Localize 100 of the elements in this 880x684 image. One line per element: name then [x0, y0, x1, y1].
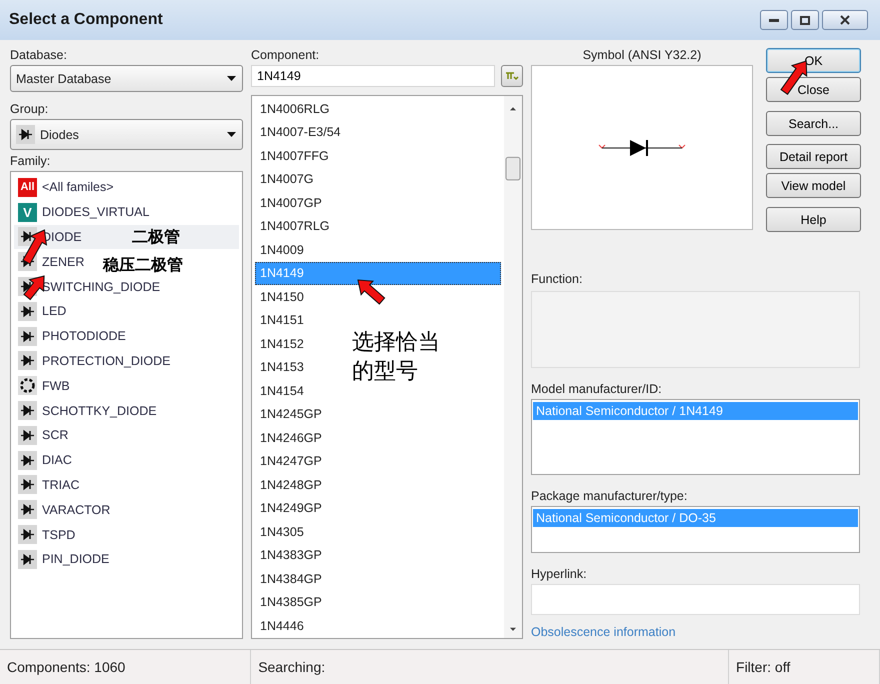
family-name: PIN_DIODE	[42, 552, 110, 566]
diode-icon	[18, 475, 37, 494]
component-item[interactable]: 1N4246GP	[255, 426, 329, 450]
diode-icon	[18, 401, 37, 420]
family-name: TSPD	[42, 528, 76, 542]
model-label: Model manufacturer/ID:	[531, 382, 663, 396]
family-name: <All familes>	[42, 180, 114, 194]
family-item[interactable]: PIN_DIODE	[14, 546, 116, 572]
diode-icon	[18, 450, 37, 470]
hyperlink-label: Hyperlink:	[531, 567, 588, 582]
family-name: PHOTODIODE	[42, 329, 126, 344]
family-item[interactable]: TRIAC	[14, 472, 86, 498]
family-item[interactable]: All <All familes>	[14, 175, 120, 200]
family-label: Family:	[10, 154, 52, 168]
maximize-icon	[800, 16, 810, 24]
family-item[interactable]: VARACTOR	[14, 497, 116, 522]
close-icon	[840, 15, 850, 25]
component-item[interactable]: 1N4151	[255, 308, 311, 332]
filter-button[interactable]	[501, 65, 523, 87]
function-label: Function:	[531, 272, 584, 286]
database-dropdown[interactable]: Master Database	[10, 65, 243, 92]
family-name: DIODES_VIRTUAL	[42, 205, 150, 220]
component-item[interactable]: 1N4249GP	[255, 496, 329, 520]
component-item[interactable]: 1N4007GP	[255, 191, 329, 214]
pointer-arrow-icon	[24, 276, 44, 300]
component-item[interactable]: 1N4247GP	[255, 450, 329, 473]
family-name: TRIAC	[42, 478, 80, 492]
component-item[interactable]: 1N4007RLG	[255, 214, 336, 238]
component-field[interactable]: 1N4149	[251, 65, 495, 87]
caret-icon	[227, 132, 236, 137]
dialog-button[interactable]: Help	[766, 207, 861, 232]
component-item[interactable]: 1N4446	[255, 614, 311, 638]
component-item[interactable]: 1N4384GP	[255, 567, 329, 590]
hyperlink-field[interactable]	[531, 584, 860, 616]
caret-icon	[227, 76, 236, 81]
family-name: SCR	[42, 428, 68, 442]
family-item[interactable]: SCR	[14, 422, 74, 448]
scrollbar[interactable]	[504, 96, 522, 638]
maximize-button[interactable]	[791, 10, 819, 30]
annotation-note: 稳压二极管	[103, 255, 183, 276]
dialog-button[interactable]: Search...	[766, 111, 861, 136]
component-item[interactable]: 1N4007FFG	[255, 144, 336, 168]
dialog-button[interactable]: Detail report	[766, 144, 861, 169]
component-item[interactable]: 1N4305	[255, 520, 311, 544]
package-label: Package manufacturer/type:	[531, 489, 688, 504]
minimize-icon	[769, 18, 779, 22]
family-item[interactable]: TSPD	[14, 522, 82, 547]
pointer-arrow-icon	[358, 280, 385, 304]
component-item[interactable]: 1N4383GP	[255, 544, 329, 567]
database-label: Database:	[10, 48, 68, 62]
diode-icon	[18, 426, 37, 445]
family-item[interactable]: LED	[14, 298, 72, 324]
family-item[interactable]: DIAC	[14, 448, 78, 473]
family-name: FWB	[42, 378, 70, 393]
component-item[interactable]: 1N4385GP	[255, 590, 329, 614]
dialog-button[interactable]: View model	[766, 173, 861, 198]
group-label: Group:	[10, 102, 50, 116]
diode-icon	[16, 125, 35, 144]
component-item[interactable]: 1N4006RLG	[255, 97, 336, 120]
component-item[interactable]: 1N4152	[255, 332, 311, 356]
family-name: LED	[42, 304, 66, 318]
status-text: Components: 1060	[0, 650, 252, 684]
component-item[interactable]: 1N4248GP	[255, 473, 329, 496]
diode-icon	[18, 500, 37, 520]
bridge-icon	[18, 376, 37, 396]
family-item[interactable]: V DIODES_VIRTUAL	[14, 200, 156, 225]
family-name: SWITCHING_DIODE	[42, 280, 160, 294]
diode-icon	[18, 326, 37, 346]
annotation-note: 选择恰当的型号	[352, 329, 441, 386]
annotation-note: 二极管	[132, 227, 180, 248]
close-button[interactable]	[822, 10, 868, 30]
family-name: VARACTOR	[42, 502, 110, 517]
family-badge: All	[18, 178, 37, 197]
group-dropdown[interactable]: Diodes	[10, 119, 243, 150]
family-name: ZENER	[42, 254, 84, 269]
symbol-label: Symbol (ANSI Y32.2)	[582, 48, 702, 62]
component-item[interactable]: 1N4245GP	[255, 402, 329, 426]
family-item[interactable]: PROTECTION_DIODE	[14, 348, 176, 374]
window-title: Select a Component	[9, 11, 164, 29]
status-text: Searching:	[251, 650, 730, 684]
family-badge: V	[18, 202, 37, 222]
component-item[interactable]: 1N4009	[255, 238, 311, 262]
component-item[interactable]: 1N4007-E3/54	[255, 120, 348, 144]
dialog-button[interactable]: Close	[766, 77, 861, 102]
diode-icon	[18, 302, 37, 321]
component-label: Component:	[251, 48, 320, 62]
component-item[interactable]: 1N4154	[255, 379, 311, 402]
family-item[interactable]: SCHOTTKY_DIODE	[14, 398, 163, 423]
diode-icon	[18, 351, 37, 370]
diode-icon	[18, 550, 37, 569]
minimize-button[interactable]	[760, 10, 788, 30]
family-item[interactable]: PHOTODIODE	[14, 324, 132, 349]
filter-icon	[505, 71, 519, 81]
component-item[interactable]: 1N4153	[255, 356, 311, 379]
component-item[interactable]: 1N4150	[255, 285, 311, 308]
family-name: PROTECTION_DIODE	[42, 354, 170, 368]
family-item[interactable]: FWB	[14, 373, 76, 398]
obsolescence-link[interactable]: Obsolescence information	[531, 625, 676, 640]
diode-icon	[18, 525, 37, 544]
component-item[interactable]: 1N4007G	[255, 168, 321, 191]
